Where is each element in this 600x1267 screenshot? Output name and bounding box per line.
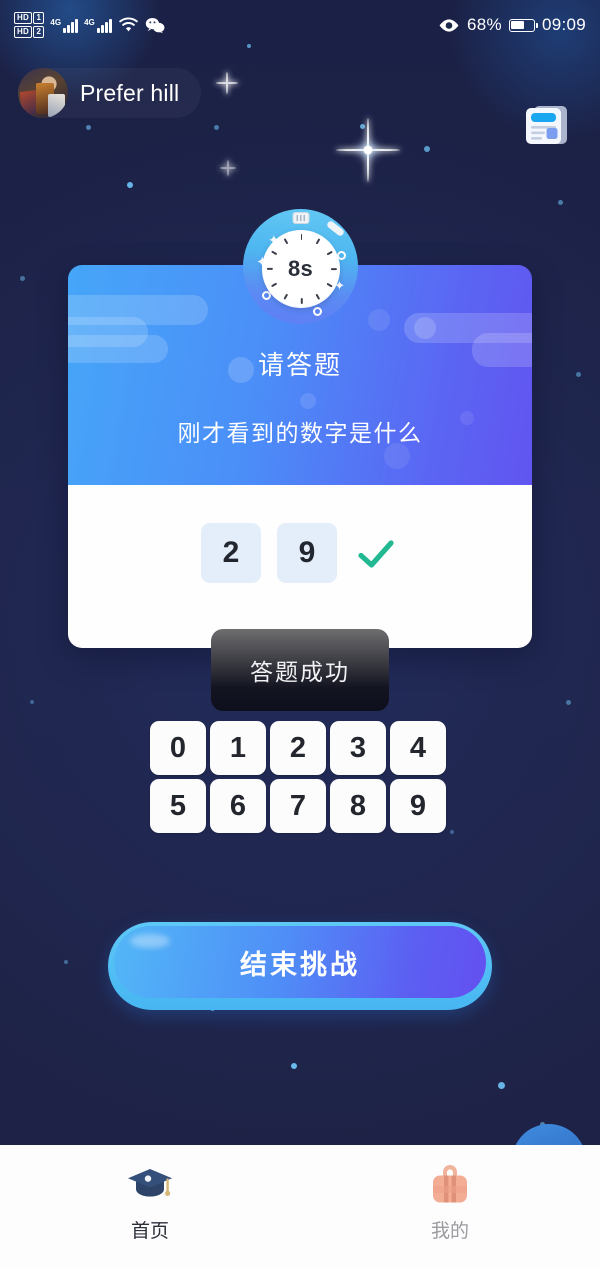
key-0[interactable]: 0 [150,721,206,775]
sparkle-dot [214,125,219,130]
sparkle-dot [450,830,454,834]
answer-digit-box: 2 [201,523,261,583]
status-bar-left: HD 1 HD 2 4G 4G [14,12,165,38]
eye-icon [439,18,459,32]
question-title: 请答题 [257,350,342,380]
key-9[interactable]: 9 [390,779,446,833]
battery-icon [508,18,538,32]
toast-message: 答题成功 [211,629,389,711]
network-type-2: 4G [84,17,95,27]
wifi-icon [119,17,138,32]
sparkle-dot [360,124,365,129]
answer-digit-box: 9 [277,523,337,583]
graduation-cap-icon [126,1163,174,1207]
clock-label: 09:09 [541,15,586,34]
star-sparkle [220,160,236,176]
key-3[interactable]: 3 [330,721,386,775]
sparkle-dot [30,700,34,704]
battery-percent-label: 68% [467,15,502,34]
key-1[interactable]: 1 [210,721,266,775]
sparkle-dot [86,125,91,130]
sparkle-dot [20,276,25,281]
key-8[interactable]: 8 [330,779,386,833]
hd1-label: HD [14,12,32,24]
stopwatch-dial: 8s [261,229,340,308]
sparkle-dot [424,146,430,152]
answer-area: 2 9 [68,485,532,648]
star-sparkle [216,72,238,94]
status-bar-right: 68% 09:09 [438,15,586,35]
bottom-navigation: 首页 我的 [0,1145,600,1267]
hd2-label: HD [14,26,32,38]
key-2[interactable]: 2 [270,721,326,775]
timer-deco-ring [313,307,322,316]
status-bar: HD 1 HD 2 4G 4G 68% 09:09 [0,0,600,50]
hd2-indicator: HD 2 [14,26,45,38]
key-7[interactable]: 7 [270,779,326,833]
sparkle-dot [558,200,563,205]
sparkle-dot [566,700,571,705]
wechat-icon [145,17,165,33]
signal-group-1: 4G [50,17,79,33]
button-face: 结束挑战 [114,926,486,998]
sparkle-dot [576,372,581,377]
timer-value: 8s [287,255,314,281]
number-keypad: 0 1 2 3 4 5 6 7 8 9 [150,721,450,833]
nav-item-mine[interactable]: 我的 [300,1145,600,1267]
signal-group-2: 4G [84,18,112,33]
question-subtitle: 刚才看到的数字是什么 [177,420,423,446]
end-challenge-label: 结束挑战 [240,949,360,980]
signal-bars-icon [63,18,79,33]
signal-bars-icon [96,18,112,33]
stopwatch-icon: ✦ ✦ ✦ 8s [243,209,358,324]
checkmark-icon [358,540,394,568]
end-challenge-button[interactable]: 结束挑战 [108,922,492,1010]
app-root: HD 1 HD 2 4G 4G 68% 09:09 Prefer hill ✦ … [0,0,600,1267]
sparkle-dot [127,182,133,188]
network-type-1: 4G [50,17,62,27]
key-4[interactable]: 4 [390,721,446,775]
nav-item-home[interactable]: 首页 [0,1145,300,1267]
nav-label-home: 首页 [130,1221,169,1242]
hd1-indicator: HD 1 [14,12,45,24]
toast-text: 答题成功 [250,659,350,685]
hd-indicators: HD 1 HD 2 [14,12,45,38]
sparkle-dot [498,1082,505,1089]
key-6[interactable]: 6 [210,779,266,833]
user-profile-pill[interactable]: Prefer hill [18,68,202,118]
avatar [18,68,68,118]
nav-label-mine: 我的 [430,1221,469,1242]
hd2-number: 2 [32,26,45,38]
key-5[interactable]: 5 [150,779,206,833]
sparkle-dot [291,1063,297,1069]
user-name-label: Prefer hill [80,79,180,106]
hd1-number: 1 [32,12,45,24]
briefcase-icon [426,1163,474,1207]
star-sparkle [336,118,400,182]
star-sparkle-core [363,145,373,155]
sparkle-dot [64,960,68,964]
news-card-icon[interactable] [522,103,570,149]
